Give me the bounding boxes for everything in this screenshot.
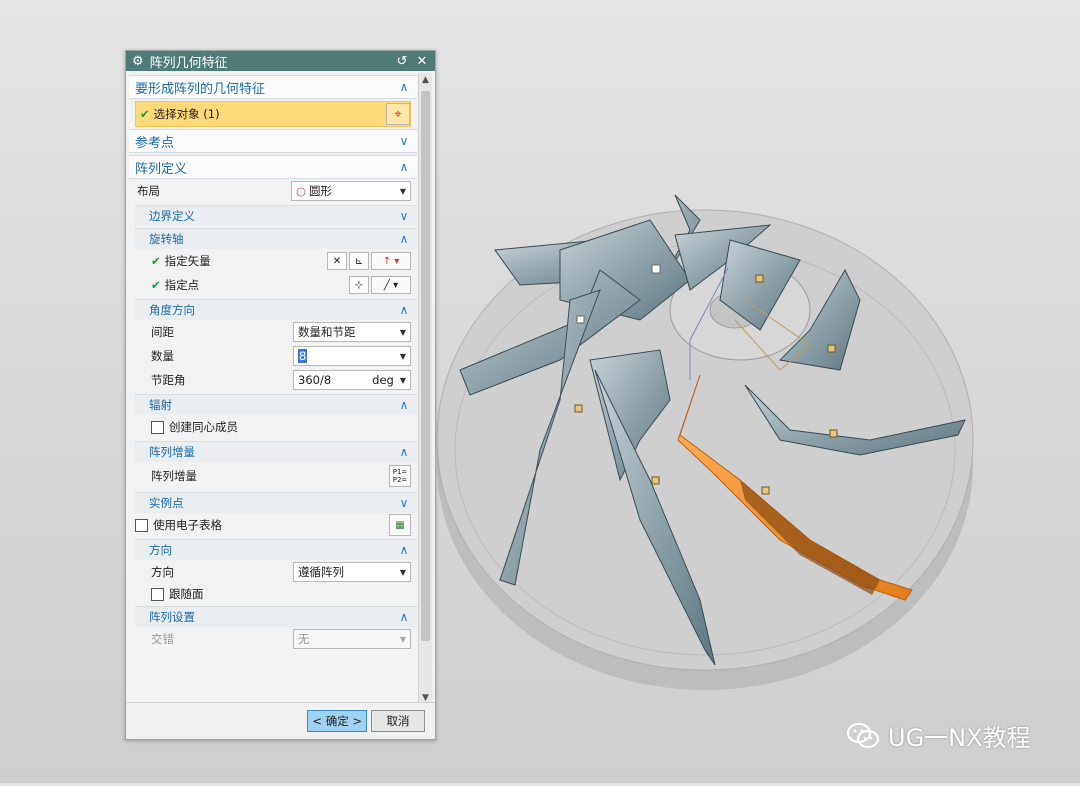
ok-button[interactable]: < 确定 > [307, 710, 367, 732]
dialog-scrollbar[interactable]: ▲ ▼ [418, 73, 432, 705]
pitch-angle-input[interactable]: 360/8 deg ▼ [293, 370, 411, 390]
point-type-dropdown[interactable]: ╱ ▾ [371, 276, 411, 294]
dialog-footer: < 确定 > 取消 [126, 702, 435, 739]
chevron-down-icon: ∨ [399, 209, 409, 223]
pitch-unit: deg [372, 373, 394, 387]
point-dialog-icon[interactable]: ⊹ [349, 276, 369, 294]
dropdown-arrow-icon: ▼ [399, 327, 406, 337]
chevron-up-icon: ∧ [399, 398, 409, 412]
dropdown-arrow-icon: ▼ [399, 186, 406, 196]
chevron-down-icon: ∨ [399, 134, 409, 148]
spreadsheet-checkbox[interactable] [135, 518, 148, 532]
reverse-direction-icon[interactable]: ✕ [327, 252, 347, 270]
chevron-up-icon: ∧ [399, 232, 409, 246]
checkmark-icon: ✔ [151, 254, 161, 268]
follow-face-checkbox[interactable] [151, 587, 164, 601]
crosshair-icon[interactable]: ⌖ [386, 103, 410, 125]
specify-vector-row[interactable]: ✔ 指定矢量 ✕ ⊾ ↑ ▾ [135, 249, 417, 273]
chevron-down-icon: ∨ [399, 496, 409, 510]
concentric-row[interactable]: 创建同心成员 [135, 415, 417, 439]
orientation-header[interactable]: 方向 ∧ [135, 539, 417, 560]
close-icon[interactable]: ✕ [415, 54, 429, 69]
angular-direction-header[interactable]: 角度方向 ∧ [135, 299, 417, 320]
orientation-row: 方向 遵循阵列 ▼ [135, 560, 417, 584]
spacing-dropdown[interactable]: 数量和节距 ▼ [293, 322, 411, 342]
select-object-row[interactable]: ✔ 选择对象 (1) ⌖ [135, 101, 411, 127]
spacing-row: 间距 数量和节距 ▼ [135, 320, 417, 344]
pattern-geometry-dialog: ⚙ 阵列几何特征 ↺ ✕ 要形成阵列的几何特征 ∧ ✔ 选择对象 (1) ⌖ 参… [125, 50, 436, 740]
increment-row: 阵列增量 P1= P2= [135, 462, 417, 490]
vector-type-dropdown[interactable]: ↑ ▾ [371, 252, 411, 270]
radial-header[interactable]: 辐射 ∧ [135, 394, 417, 415]
vector-dialog-icon[interactable]: ⊾ [349, 252, 369, 270]
reset-icon[interactable]: ↺ [395, 54, 409, 69]
chevron-up-icon: ∧ [399, 80, 409, 94]
rotation-axis-header[interactable]: 旋转轴 ∧ [135, 228, 417, 249]
checkmark-icon: ✔ [151, 278, 161, 292]
circle-layout-icon: ○ [296, 184, 307, 198]
chevron-up-icon: ∧ [399, 160, 409, 174]
watermark-text: UG一NX教程 [888, 724, 1031, 752]
orientation-dropdown[interactable]: 遵循阵列 ▼ [293, 562, 411, 582]
stagger-row: 交错 无 ▼ [135, 627, 417, 651]
pitch-angle-row: 节距角 360/8 deg ▼ [135, 368, 417, 392]
follow-face-row[interactable]: 跟随面 [135, 584, 417, 604]
count-input[interactable]: 8 ▼ [293, 346, 411, 366]
watermark: UG一NX教程 [846, 718, 1031, 753]
checkmark-icon: ✔ [140, 107, 150, 121]
scroll-thumb[interactable] [421, 91, 430, 641]
specify-point-row[interactable]: ✔ 指定点 ⊹ ╱ ▾ [135, 273, 417, 297]
spreadsheet-icon[interactable]: ▦ [389, 514, 411, 536]
boundary-header[interactable]: 边界定义 ∨ [135, 205, 417, 226]
instance-point-header[interactable]: 实例点 ∨ [135, 492, 417, 513]
chevron-up-icon: ∧ [399, 610, 409, 624]
gear-icon[interactable]: ⚙ [132, 54, 144, 69]
cancel-button[interactable]: 取消 [371, 710, 425, 732]
wechat-icon [847, 722, 879, 748]
layout-dropdown[interactable]: ○ 圆形 ▼ [291, 181, 411, 201]
group-pattern-def-header[interactable]: 阵列定义 ∧ [129, 155, 417, 179]
spreadsheet-row[interactable]: 使用电子表格 ▦ [129, 513, 417, 537]
dropdown-arrow-icon: ▼ [399, 634, 406, 644]
dropdown-arrow-icon: ▼ [399, 375, 406, 385]
count-row: 数量 8 ▼ [135, 344, 417, 368]
stagger-dropdown: 无 ▼ [293, 629, 411, 649]
count-value: 8 [298, 349, 308, 363]
chevron-up-icon: ∧ [399, 543, 409, 557]
chevron-up-icon: ∧ [399, 445, 409, 459]
increment-header[interactable]: 阵列增量 ∧ [135, 441, 417, 462]
scroll-up-icon[interactable]: ▲ [419, 73, 432, 87]
group-refpoint-header[interactable]: 参考点 ∨ [129, 129, 417, 153]
dialog-content: 要形成阵列的几何特征 ∧ ✔ 选择对象 (1) ⌖ 参考点 ∨ 阵列定义 ∧ 布… [129, 73, 417, 703]
dropdown-arrow-icon: ▼ [399, 567, 406, 577]
group-features-header[interactable]: 要形成阵列的几何特征 ∧ [129, 75, 417, 99]
pattern-settings-header[interactable]: 阵列设置 ∧ [135, 606, 417, 627]
parameter-table-icon[interactable]: P1= P2= [389, 465, 411, 487]
dialog-titlebar[interactable]: ⚙ 阵列几何特征 ↺ ✕ [126, 51, 435, 71]
concentric-checkbox[interactable] [151, 420, 164, 434]
dialog-title: 阵列几何特征 [149, 55, 228, 71]
chevron-up-icon: ∧ [399, 303, 409, 317]
layout-row: 布局 ○ 圆形 ▼ [129, 179, 417, 203]
dropdown-arrow-icon: ▼ [399, 351, 406, 361]
